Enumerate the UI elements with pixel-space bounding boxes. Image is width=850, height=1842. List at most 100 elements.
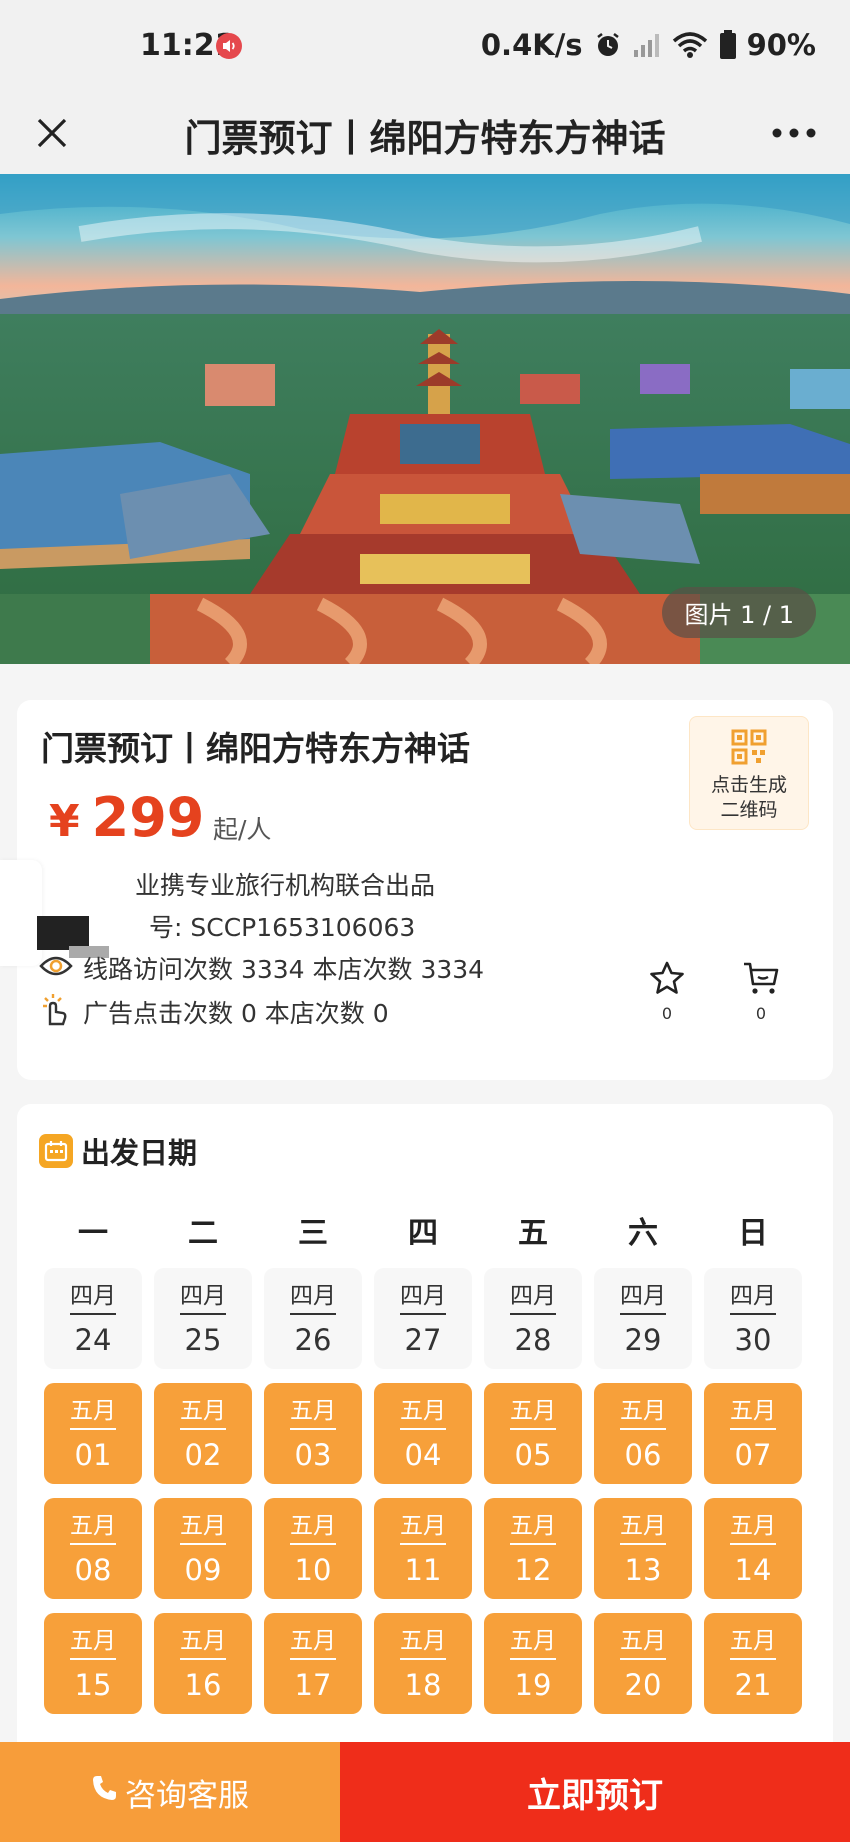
- visit-count-line: 线路访问次数 3334 本店次数 3334: [83, 955, 485, 984]
- tap-icon: [39, 992, 69, 1030]
- date-cell-past: 四月 30: [704, 1268, 802, 1369]
- hero-image[interactable]: 图片 1 / 1: [0, 174, 850, 664]
- weekday-label: 日: [738, 1216, 768, 1251]
- date-cell-available[interactable]: 五月 14: [704, 1498, 802, 1599]
- date-cell-available[interactable]: 五月 04: [374, 1383, 472, 1484]
- date-cell-past: 四月 25: [154, 1268, 252, 1369]
- date-day: 24: [74, 1322, 112, 1357]
- book-now-button[interactable]: 立即预订: [340, 1742, 850, 1842]
- weekday-label: 三: [298, 1216, 328, 1251]
- weekday-label: 二: [188, 1216, 218, 1251]
- date-month: 五月: [400, 1626, 446, 1660]
- date-cell-available[interactable]: 五月 08: [44, 1498, 142, 1599]
- date-cell-available[interactable]: 五月 01: [44, 1383, 142, 1484]
- date-day: 15: [74, 1667, 112, 1702]
- weekday-label: 一: [78, 1216, 108, 1251]
- date-month: 五月: [510, 1396, 556, 1430]
- ad-click-line: 广告点击次数 0 本店次数 0: [83, 999, 389, 1028]
- date-month: 五月: [620, 1511, 666, 1545]
- date-month: 四月: [620, 1281, 666, 1315]
- date-month: 五月: [180, 1511, 226, 1545]
- photo-counter: 图片 1 / 1: [662, 587, 816, 638]
- eye-icon: [39, 952, 73, 984]
- date-month: 五月: [180, 1626, 226, 1660]
- date-cell-available[interactable]: 五月 05: [484, 1383, 582, 1484]
- status-bar: 11:21 0.4K/s 90%: [0, 0, 850, 92]
- date-day: 09: [184, 1552, 222, 1587]
- date-day: 17: [294, 1667, 332, 1702]
- producer-line: 业携专业旅行机构联合出品: [135, 871, 436, 900]
- date-month: 五月: [70, 1396, 116, 1430]
- weekday-label: 五: [518, 1216, 548, 1251]
- net-speed: 0.4K/s: [480, 28, 583, 62]
- qr-label-line2: 二维码: [720, 799, 778, 821]
- price-value: 299: [91, 786, 205, 849]
- date-cell-available[interactable]: 五月 17: [264, 1613, 362, 1714]
- date-cell-available[interactable]: 五月 02: [154, 1383, 252, 1484]
- date-day: 06: [624, 1437, 662, 1472]
- customer-service-label: 咨询客服: [125, 1777, 249, 1814]
- status-right: 0.4K/s 90%: [481, 28, 816, 62]
- calendar-title: 出发日期: [81, 1136, 198, 1170]
- date-day: 05: [514, 1437, 552, 1472]
- date-cell-available[interactable]: 五月 13: [594, 1498, 692, 1599]
- date-month: 五月: [290, 1396, 336, 1430]
- date-cell-past: 四月 26: [264, 1268, 362, 1369]
- price: ¥ 299: [49, 786, 204, 849]
- qr-code-button[interactable]: 点击生成 二维码: [689, 716, 809, 830]
- date-cell-available[interactable]: 五月 19: [484, 1613, 582, 1714]
- date-month: 五月: [400, 1396, 446, 1430]
- date-cell-available[interactable]: 五月 15: [44, 1613, 142, 1714]
- redacted-block: [37, 916, 89, 950]
- date-cell-available[interactable]: 五月 07: [704, 1383, 802, 1484]
- date-month: 五月: [180, 1396, 226, 1430]
- date-day: 18: [404, 1667, 442, 1702]
- date-cell-available[interactable]: 五月 09: [154, 1498, 252, 1599]
- more-icon[interactable]: [764, 107, 824, 159]
- date-day: 27: [404, 1322, 442, 1357]
- date-cell-available[interactable]: 五月 18: [374, 1613, 472, 1714]
- date-cell-past: 四月 24: [44, 1268, 142, 1369]
- customer-service-button[interactable]: 咨询客服: [0, 1742, 340, 1842]
- date-day: 25: [184, 1322, 222, 1357]
- date-cell-available[interactable]: 五月 10: [264, 1498, 362, 1599]
- qr-label-line1: 点击生成: [710, 774, 787, 796]
- cart-button[interactable]: 0: [731, 960, 791, 1023]
- date-grid: 四月 24 四月 25 四月 26 四月 27 四月 28 四月 29 四月 30 五月 01 五月 02 五月 03…: [44, 1268, 820, 1714]
- favorite-button[interactable]: 0: [637, 960, 697, 1023]
- favorite-count: 0: [661, 1004, 673, 1023]
- date-day: 19: [514, 1667, 552, 1702]
- weekday-label: 六: [628, 1216, 658, 1251]
- page-title: 门票预订丨绵阳方特东方神话: [184, 117, 666, 160]
- date-month: 五月: [730, 1396, 776, 1430]
- wifi-icon: [671, 31, 709, 59]
- signal-icon: [633, 32, 661, 58]
- date-cell-available[interactable]: 五月 20: [594, 1613, 692, 1714]
- date-cell-available[interactable]: 五月 06: [594, 1383, 692, 1484]
- date-month: 四月: [730, 1281, 776, 1315]
- date-day: 14: [734, 1552, 772, 1587]
- date-month: 五月: [620, 1396, 666, 1430]
- date-day: 03: [294, 1437, 332, 1472]
- date-month: 四月: [510, 1281, 556, 1315]
- date-cell-available[interactable]: 五月 03: [264, 1383, 362, 1484]
- date-cell-past: 四月 28: [484, 1268, 582, 1369]
- calendar-icon: [39, 1134, 73, 1168]
- date-month: 四月: [400, 1281, 446, 1315]
- date-month: 五月: [620, 1626, 666, 1660]
- date-day: 02: [184, 1437, 222, 1472]
- date-cell-available[interactable]: 五月 11: [374, 1498, 472, 1599]
- date-month: 四月: [290, 1281, 336, 1315]
- nav-bar: 门票预订丨绵阳方特东方神话: [0, 92, 850, 174]
- date-day: 13: [624, 1552, 662, 1587]
- date-cell-available[interactable]: 五月 21: [704, 1613, 802, 1714]
- date-month: 五月: [730, 1511, 776, 1545]
- date-cell-available[interactable]: 五月 12: [484, 1498, 582, 1599]
- date-day: 16: [184, 1667, 222, 1702]
- alarm-icon: [593, 30, 623, 60]
- date-cell-available[interactable]: 五月 16: [154, 1613, 252, 1714]
- product-info-card: 门票预订丨绵阳方特东方神话 ¥ 299 起/人 点击生成 二维码 业携专业旅行机…: [0, 700, 833, 1080]
- date-day: 10: [294, 1552, 332, 1587]
- side-tab[interactable]: [0, 860, 42, 966]
- mute-icon: [216, 33, 242, 59]
